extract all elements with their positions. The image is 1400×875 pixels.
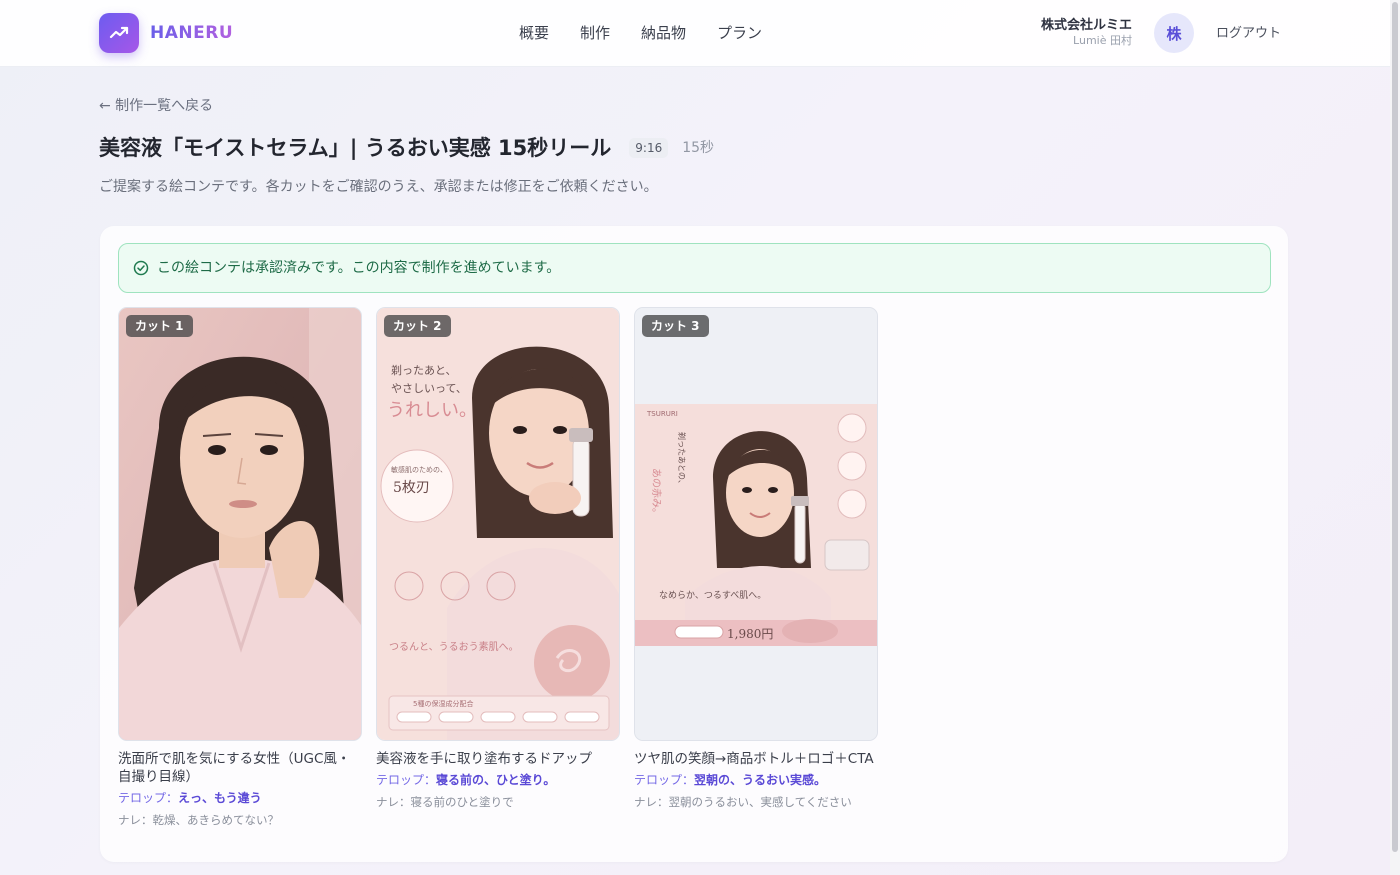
narration-line: ナレ：翌朝のうるおい、実感してください [634,795,878,810]
cut-2-headline-3: うれしい。 [387,400,477,421]
narration-line: ナレ：乾燥、あきらめてない？ [118,813,362,828]
cut-3-image[interactable]: TSURURI あの赤み。 剃ったあとの、 なめらか、つるすべ肌へ。 1,980… [634,307,878,741]
narration-label: ナレ： [118,813,153,827]
aspect-ratio-badge: 9:16 [629,138,669,158]
top-header: HANERU 概要 制作 納品物 プラン 株式会社ルミエ Lumiè 田村 株 … [0,0,1390,67]
page-title: 美容液「モイストセラム」| うるおい実感 15秒リール [99,136,612,160]
cut-2-banner: 5種の保湿成分配合 [413,699,473,708]
approved-notice-text: この絵コンテは承認済みです。この内容で制作を進めています。 [157,260,561,276]
narration-value: 寝る前のひと塗りで [410,795,514,809]
cut-2-circle-main: 5枚刃 [393,480,430,496]
back-to-list-link[interactable]: ← 制作一覧へ戻る [99,97,213,115]
cut-2-headline-2: やさしいって、 [391,382,467,395]
telop-line: テロップ：えっ、もう違う [118,790,362,806]
cut-3-vertical-1: あの赤み。 [650,468,662,518]
nav-plan[interactable]: プラン [717,23,762,43]
cut-2-circle-top: 敏感肌のための、 [391,465,447,474]
telop-value: 翌朝の、うるおい実感。 [694,773,827,787]
approved-notice: この絵コンテは承認済みです。この内容で制作を進めています。 [118,243,1271,293]
check-circle-icon [133,260,149,276]
cut-list: カット 1 洗面所で肌を気にする女性（UGC風・自撮り目線） テロップ：えっ、も… [118,307,878,828]
cut-card-1: カット 1 洗面所で肌を気にする女性（UGC風・自撮り目線） テロップ：えっ、も… [118,307,362,828]
telop-label: テロップ： [376,773,437,787]
user-name: Lumiè 田村 [1073,34,1132,47]
nav-production[interactable]: 制作 [580,23,610,43]
telop-label: テロップ： [118,791,179,805]
cut-3-brand: TSURURI [646,410,678,418]
cut-3-price: 1,980円 [727,627,773,641]
cut-2-headline-1: 剃ったあと、 [391,364,457,377]
cut-2-illustration: 剃ったあと、 やさしいって、 うれしい。 敏感肌のための、 5枚刃 つるんと、う… [377,308,619,740]
cut-card-2: 剃ったあと、 やさしいって、 うれしい。 敏感肌のための、 5枚刃 つるんと、う… [376,307,620,828]
logo-mark[interactable] [99,13,139,53]
narration-value: 翌朝のうるおい、実感してください [668,795,852,809]
cut-3-illustration: TSURURI あの赤み。 剃ったあとの、 なめらか、つるすべ肌へ。 1,980… [635,308,877,740]
telop-value: 寝る前の、ひと塗り。 [436,773,556,787]
cut-card-3: TSURURI あの赤み。 剃ったあとの、 なめらか、つるすべ肌へ。 1,980… [634,307,878,828]
cut-2-copy: つるんと、うるおう素肌へ。 [389,640,519,653]
telop-label: テロップ： [634,773,695,787]
narration-value: 乾燥、あきらめてない？ [152,813,280,827]
cut-badge: カット 2 [384,315,451,337]
cut-badge: カット 3 [642,315,709,337]
storyboard-card: この絵コンテは承認済みです。この内容で制作を進めています。 カット 1 洗面所で… [100,226,1288,862]
duration-label: 15秒 [682,140,715,156]
avatar[interactable]: 株 [1154,13,1194,53]
page-description: ご提案する絵コンテです。各カットをご確認のうえ、承認または修正をご依頼ください。 [99,179,658,195]
main-nav: 概要 制作 納品物 プラン [519,23,762,43]
telop-value: えっ、もう違う [178,791,262,805]
logo-text[interactable]: HANERU [150,22,233,44]
narration-label: ナレ： [634,795,669,809]
nav-deliverables[interactable]: 納品物 [641,23,686,43]
cut-1-illustration [119,308,361,740]
narration-label: ナレ： [376,795,411,809]
logout-button[interactable]: ログアウト [1216,25,1281,42]
page-scrollbar[interactable] [1390,0,1400,875]
scrollbar-thumb[interactable] [1392,2,1398,852]
cut-title: ツヤ肌の笑顔→商品ボトル＋ロゴ＋CTA [634,751,874,767]
trending-up-icon [109,26,129,39]
cut-title: 洗面所で肌を気にする女性（UGC風・自撮り目線） [118,751,351,785]
telop-line: テロップ：翌朝の、うるおい実感。 [634,772,878,788]
cut-badge: カット 1 [126,315,193,337]
nav-overview[interactable]: 概要 [519,23,549,43]
account-info: 株式会社ルミエ Lumiè 田村 [1041,17,1132,48]
cut-2-image[interactable]: 剃ったあと、 やさしいって、 うれしい。 敏感肌のための、 5枚刃 つるんと、う… [376,307,620,741]
cut-title: 美容液を手に取り塗布するドアップ [376,751,592,767]
cut-3-copy: なめらか、つるすべ肌へ。 [659,590,766,601]
telop-line: テロップ：寝る前の、ひと塗り。 [376,772,620,788]
narration-line: ナレ：寝る前のひと塗りで [376,795,620,810]
company-name: 株式会社ルミエ [1040,18,1132,33]
cut-3-vertical-2: 剃ったあとの、 [677,432,687,488]
title-row: 美容液「モイストセラム」| うるおい実感 15秒リール 9:16 15秒 [99,134,714,162]
cut-1-image[interactable]: カット 1 [118,307,362,741]
